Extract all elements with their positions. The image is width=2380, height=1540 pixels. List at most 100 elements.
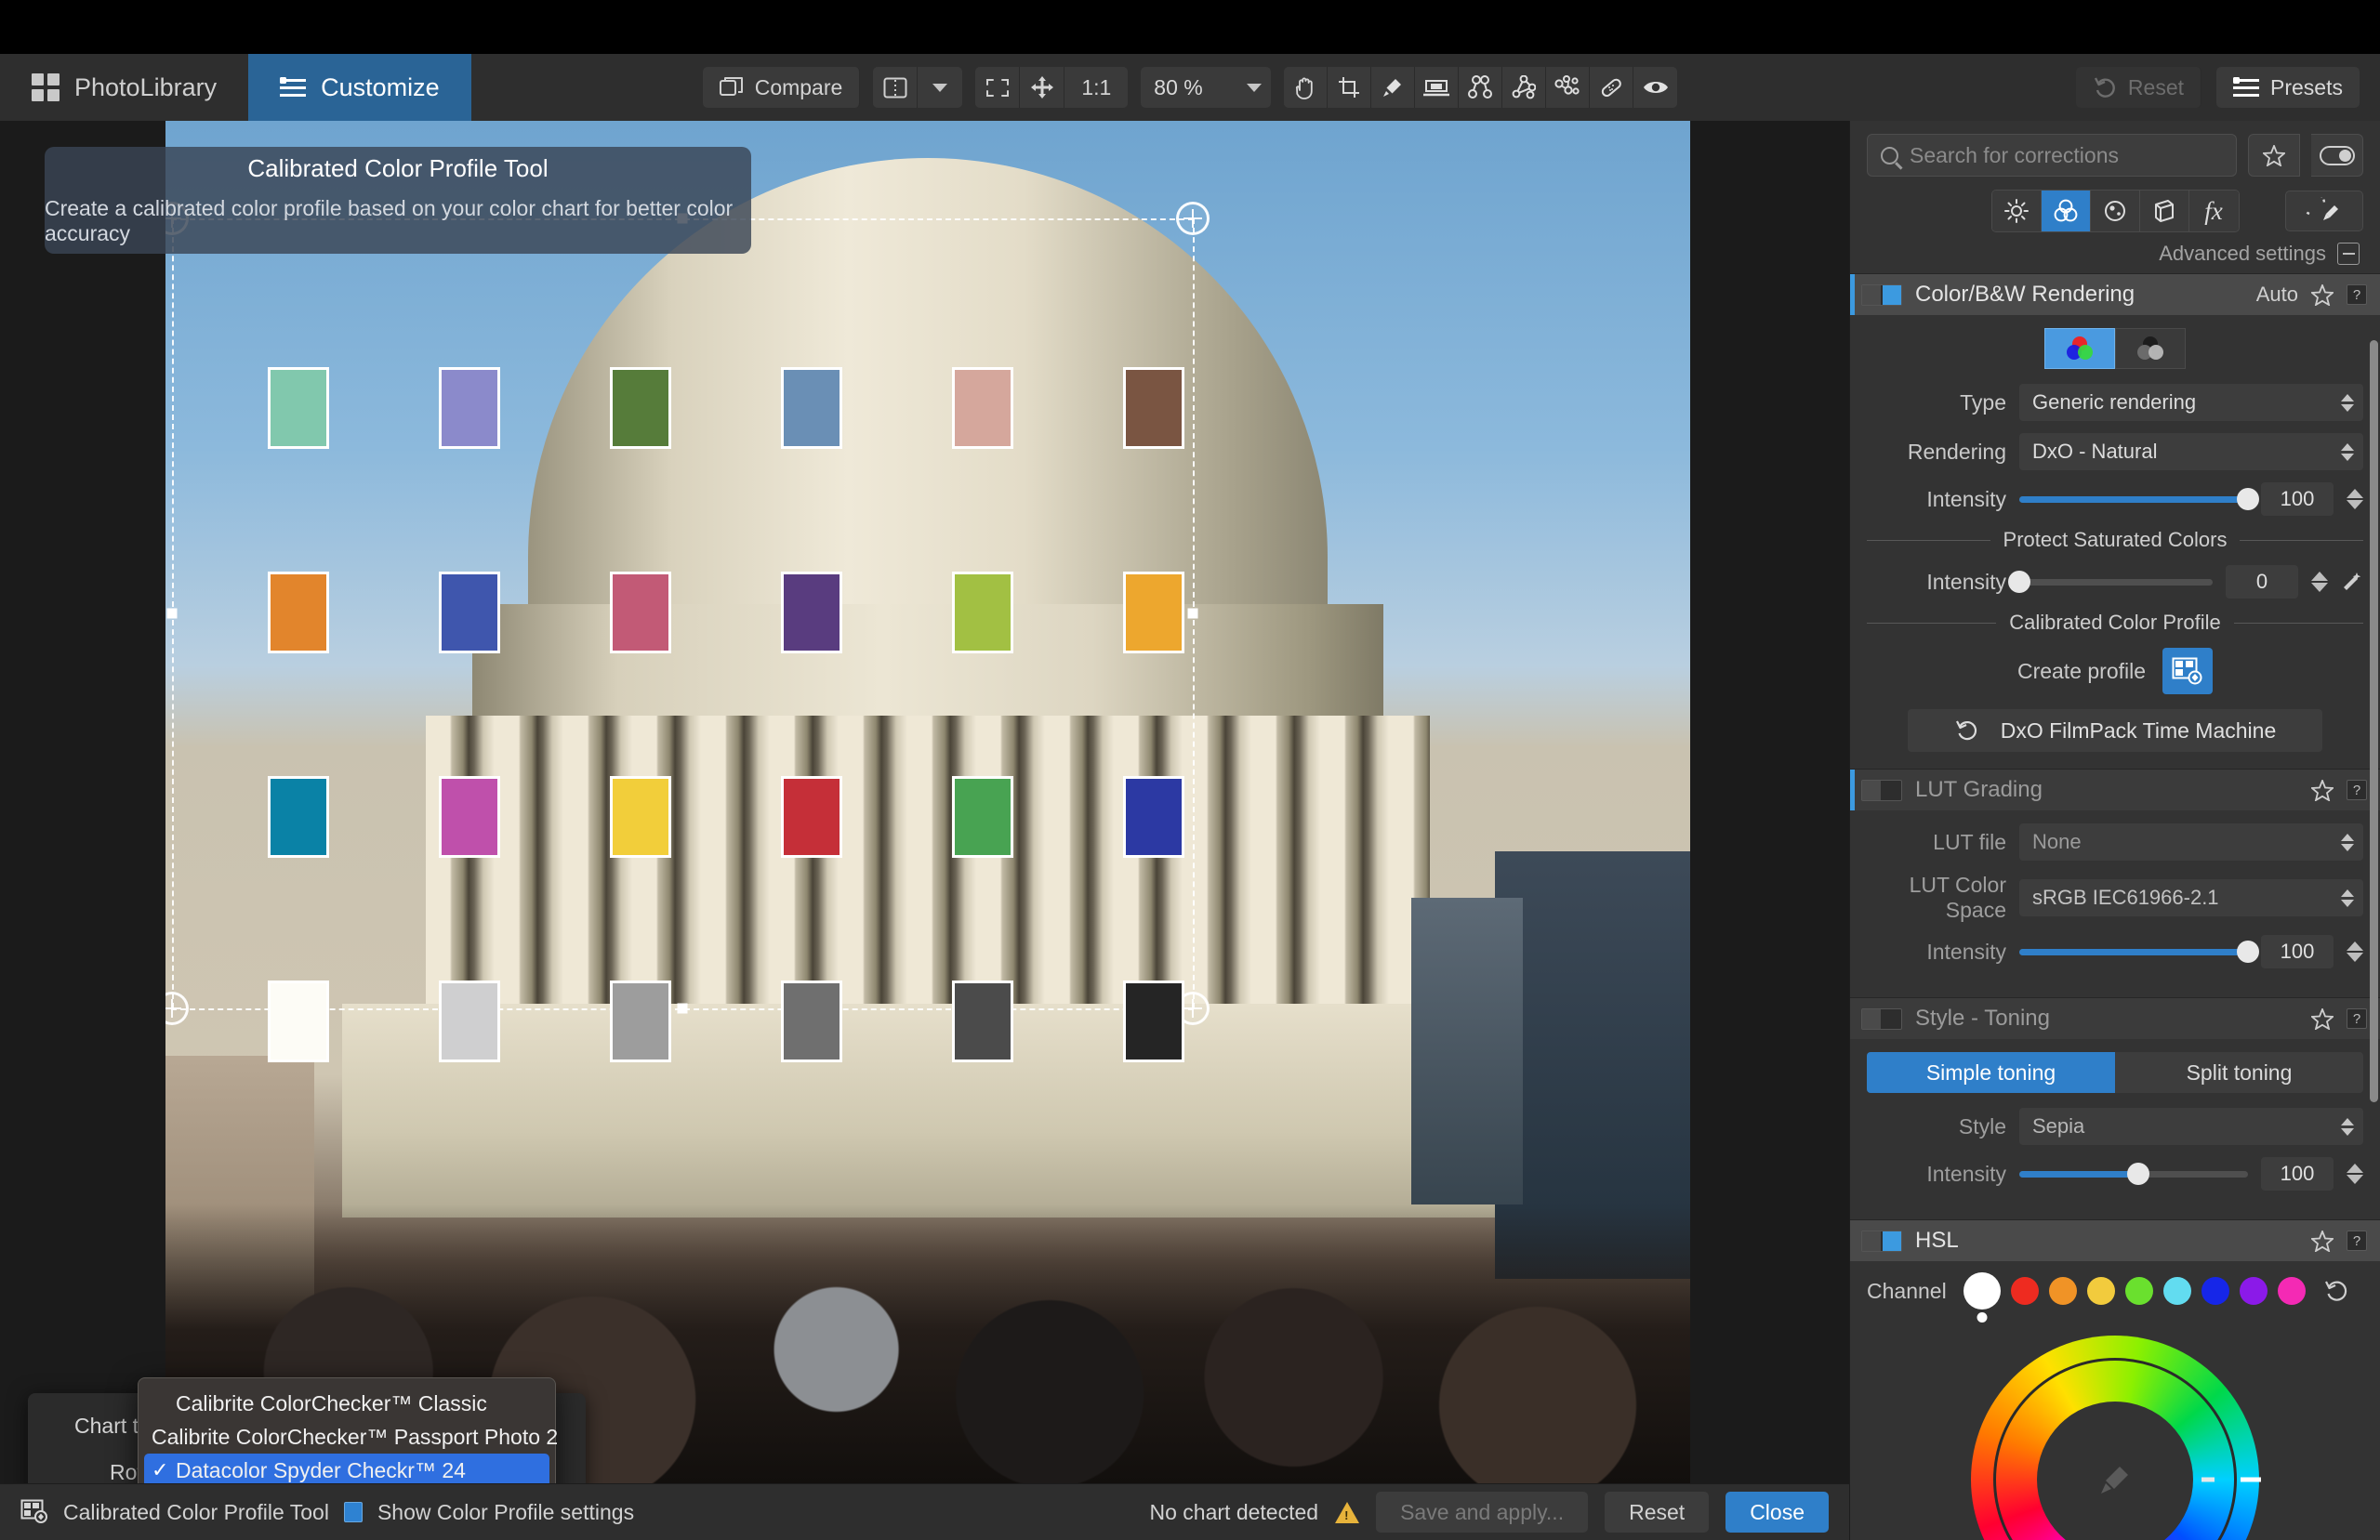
repair-tool-button[interactable]	[1590, 67, 1634, 108]
section-toggle[interactable]	[1861, 779, 1902, 801]
collapse-icon[interactable]	[2337, 243, 2360, 265]
simple-toning-tab[interactable]: Simple toning	[1867, 1052, 2115, 1093]
hsl-channel-dot[interactable]	[2277, 1277, 2306, 1305]
split-view-dropdown[interactable]	[918, 67, 963, 108]
rendering-select[interactable]: DxO - Natural	[2019, 433, 2363, 470]
tab-geometry[interactable]	[2139, 191, 2189, 231]
hsl-channel-dot[interactable]	[2048, 1277, 2077, 1305]
help-icon[interactable]: ?	[2347, 1008, 2367, 1029]
control-point-tool-button[interactable]	[1546, 67, 1591, 108]
create-profile-button[interactable]	[2162, 648, 2214, 694]
star-icon[interactable]	[2311, 283, 2334, 306]
type-select[interactable]: Generic rendering	[2019, 384, 2363, 421]
section-toggle[interactable]	[1861, 1230, 1902, 1252]
section-header-color-bw[interactable]: Color/B&W Rendering Auto ?	[1850, 274, 2380, 315]
split-toning-tab[interactable]: Split toning	[2115, 1052, 2363, 1093]
presets-button[interactable]: Presets	[2216, 67, 2360, 108]
toning-style-select[interactable]: Sepia	[2019, 1108, 2363, 1145]
filmpack-time-machine-button[interactable]: DxO FilmPack Time Machine	[1908, 709, 2322, 752]
tool-close-button[interactable]: Close	[1726, 1492, 1829, 1533]
panel-scrollbar[interactable]	[2370, 340, 2378, 1102]
lut-file-select[interactable]: None	[2019, 823, 2363, 861]
section-header-hsl[interactable]: HSL ?	[1850, 1220, 2380, 1261]
local-adjustments-button[interactable]	[2285, 191, 2363, 231]
lut-intensity-stepper[interactable]	[2347, 941, 2363, 962]
tab-detail[interactable]	[2090, 191, 2140, 231]
star-icon[interactable]	[2311, 1230, 2334, 1252]
image-viewer[interactable]: Calibrated Color Profile Tool Create a c…	[0, 121, 1849, 1483]
chart-handle-rightmid[interactable]	[1187, 608, 1198, 619]
intensity-slider[interactable]	[2019, 488, 2259, 510]
section-toggle[interactable]	[1861, 1007, 1902, 1030]
preview-eye-button[interactable]	[1633, 67, 1678, 108]
tab-photolibrary[interactable]: PhotoLibrary	[0, 54, 248, 121]
hsl-wheel-center[interactable]	[2037, 1402, 2193, 1540]
horizon-tool-button[interactable]	[1415, 67, 1460, 108]
hsl-channel-dot[interactable]	[2086, 1277, 2115, 1305]
dropdown-item[interactable]: Calibrite ColorChecker™ Passport Photo 2	[139, 1420, 558, 1454]
protect-intensity-stepper[interactable]	[2311, 572, 2328, 592]
crop-tool-button[interactable]	[1328, 67, 1372, 108]
hsl-channel-dot[interactable]	[2124, 1277, 2153, 1305]
lut-intensity-slider[interactable]	[2019, 941, 2259, 963]
tab-customize[interactable]: Customize	[248, 54, 471, 121]
toning-intensity-stepper[interactable]	[2347, 1164, 2363, 1184]
hsl-channel-dot[interactable]	[2162, 1277, 2191, 1305]
hsl-channel-dot[interactable]	[2201, 1277, 2229, 1305]
help-icon[interactable]: ?	[2347, 780, 2367, 800]
star-icon[interactable]	[2311, 1007, 2334, 1030]
control-polygon-tool-button[interactable]	[1502, 67, 1547, 108]
control-line-tool-button[interactable]	[1459, 67, 1503, 108]
advanced-settings-row[interactable]: Advanced settings	[1850, 236, 2380, 273]
section-header-lut[interactable]: LUT Grading ?	[1850, 770, 2380, 810]
hsl-channel-dot[interactable]	[1963, 1272, 2001, 1310]
toning-intensity-value[interactable]: 100	[2261, 1157, 2334, 1191]
chart-handle-bottomleft[interactable]	[165, 992, 189, 1025]
hsl-wheel-marker[interactable]	[2241, 1477, 2261, 1482]
hand-tool-button[interactable]	[1284, 67, 1329, 108]
color-chart-overlay[interactable]	[165, 121, 1690, 1483]
show-settings-checkbox[interactable]	[343, 1502, 363, 1522]
search-input[interactable]: Search for corrections	[1867, 134, 2237, 177]
fit-to-screen-button[interactable]	[975, 67, 1021, 108]
lut-intensity-value[interactable]: 100	[2261, 935, 2334, 968]
save-and-apply-button[interactable]: Save and apply...	[1376, 1492, 1589, 1533]
color-mode-color[interactable]	[2044, 328, 2115, 369]
protect-intensity-slider[interactable]	[2008, 571, 2213, 593]
split-view-button[interactable]	[873, 67, 919, 108]
color-mode-bw[interactable]	[2115, 328, 2186, 369]
chart-type-dropdown-menu[interactable]: Calibrite ColorChecker™ Classic Calibrite…	[138, 1377, 558, 1483]
favorites-button[interactable]	[2248, 134, 2300, 177]
tab-light[interactable]	[1991, 191, 2042, 231]
lut-colorspace-select[interactable]: sRGB IEC61966-2.1	[2019, 879, 2363, 916]
chart-handle-topright[interactable]	[1176, 202, 1210, 235]
help-icon[interactable]: ?	[2347, 1231, 2367, 1251]
tab-color[interactable]	[2041, 191, 2091, 231]
panel-toggle-button[interactable]	[2311, 134, 2363, 177]
hsl-color-wheel[interactable]	[1971, 1336, 2261, 1540]
magic-wand-icon[interactable]	[2341, 571, 2363, 593]
intensity-stepper[interactable]	[2347, 489, 2363, 509]
reset-button[interactable]: Reset	[2075, 67, 2202, 108]
compare-button[interactable]: Compare	[702, 67, 861, 108]
hsl-channel-dot[interactable]	[2010, 1277, 2039, 1305]
zoom-1to1-button[interactable]: 1:1	[1064, 67, 1129, 108]
help-icon[interactable]: ?	[2347, 284, 2367, 305]
hsl-channel-dot[interactable]	[2239, 1277, 2268, 1305]
zoom-level-select[interactable]: 80 %	[1141, 67, 1272, 108]
intensity-value[interactable]: 100	[2261, 482, 2334, 516]
protect-intensity-value[interactable]: 0	[2226, 565, 2298, 599]
toning-intensity-slider[interactable]	[2019, 1163, 2248, 1185]
star-icon[interactable]	[2311, 779, 2334, 801]
dropdown-item[interactable]: ✓ Datacolor Spyder Checkr™ 24	[144, 1454, 549, 1483]
tab-effects[interactable]: fx	[2188, 191, 2239, 231]
chart-handle-bottommid[interactable]	[677, 1003, 688, 1014]
section-header-toning[interactable]: Style - Toning ?	[1850, 998, 2380, 1039]
hsl-reset-icon[interactable]	[2322, 1278, 2350, 1304]
chart-handle-leftmid[interactable]	[166, 608, 178, 619]
pan-button[interactable]	[1020, 67, 1065, 108]
dropdown-item[interactable]: Calibrite ColorChecker™ Classic	[139, 1387, 555, 1420]
tool-reset-button[interactable]: Reset	[1605, 1492, 1710, 1533]
section-toggle[interactable]	[1861, 283, 1902, 306]
eyedropper-tool-button[interactable]	[1371, 67, 1416, 108]
